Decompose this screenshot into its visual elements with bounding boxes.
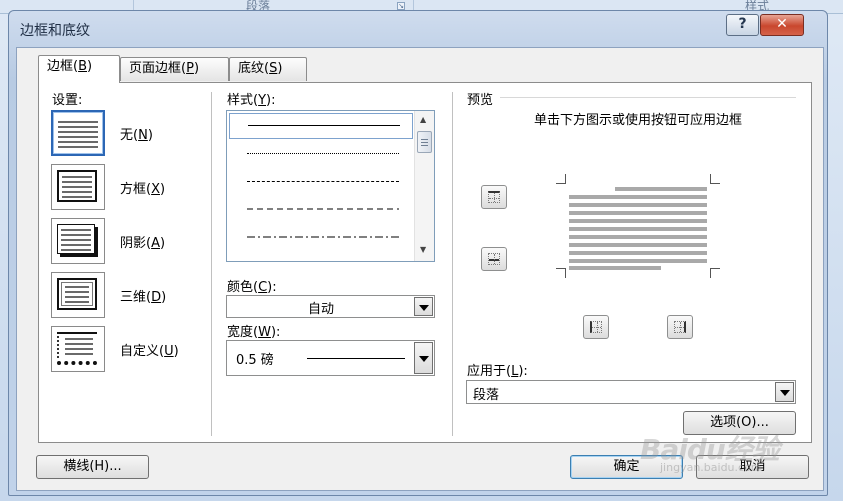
border-top-icon: [488, 191, 500, 203]
paragraph-dialog-launcher-icon[interactable]: ↘: [397, 2, 405, 10]
line-style-dotted[interactable]: [229, 141, 413, 167]
apply-to-value: 段落: [473, 388, 500, 403]
border-inside-icon: [488, 253, 500, 265]
horizontal-line-button[interactable]: 横线(H)...: [36, 455, 149, 479]
preview-divider: [500, 97, 796, 98]
settings-label: 设置:: [52, 93, 83, 108]
setting-custom-thumbnail[interactable]: [51, 326, 105, 372]
scroll-thumb[interactable]: [417, 131, 432, 153]
border-right-icon: [674, 321, 686, 333]
scroll-down-icon[interactable]: ▼: [420, 245, 426, 254]
custom-border-icon: [57, 332, 97, 365]
page-lines-icon: [58, 117, 98, 149]
help-button[interactable]: ?: [726, 14, 759, 36]
setting-3d-label[interactable]: 三维(D): [120, 286, 166, 305]
3d-border-icon: [57, 278, 97, 310]
line-style-list[interactable]: ▲ ▼: [226, 110, 435, 262]
color-select[interactable]: 自动: [226, 295, 435, 318]
setting-shadow-thumbnail[interactable]: [51, 218, 105, 264]
line-style-solid[interactable]: [229, 113, 413, 139]
middle-border-button[interactable]: [481, 247, 507, 271]
apply-to-dropdown-button[interactable]: [775, 382, 794, 402]
line-style-dash-dot[interactable]: [229, 225, 413, 251]
setting-3d-thumbnail[interactable]: [51, 272, 105, 318]
setting-custom-label[interactable]: 自定义(U): [120, 340, 179, 359]
crop-mark: [556, 174, 566, 184]
color-dropdown-button[interactable]: [414, 297, 433, 316]
width-value: 0.5 磅: [236, 353, 274, 368]
setting-none-thumbnail[interactable]: [51, 110, 105, 156]
color-label: 颜色(C):: [227, 280, 277, 295]
crop-mark: [710, 174, 720, 184]
dialog-title: 边框和底纹: [20, 23, 90, 39]
color-value: 自动: [307, 302, 334, 317]
shadow-border-icon: [57, 224, 95, 254]
width-select[interactable]: 0.5 磅: [226, 340, 435, 376]
crop-mark: [710, 268, 720, 278]
chevron-down-icon: [780, 390, 790, 396]
style-list-scrollbar[interactable]: ▲ ▼: [414, 111, 434, 261]
tab-label: 底纹: [238, 61, 265, 76]
tab-shading[interactable]: 底纹(S): [229, 57, 307, 81]
watermark-url: jingyan.baidu.com: [660, 461, 762, 474]
setting-none-label[interactable]: 无(N): [120, 124, 153, 143]
width-dropdown-button[interactable]: [414, 342, 433, 374]
box-border-icon: [57, 170, 97, 202]
left-border-button[interactable]: [583, 315, 609, 339]
top-border-button[interactable]: [481, 185, 507, 209]
separator: [452, 92, 453, 436]
right-border-button[interactable]: [667, 315, 693, 339]
border-preview-diagram[interactable]: [556, 174, 720, 278]
line-style-dash-large[interactable]: [229, 197, 413, 223]
close-button[interactable]: ✕: [760, 14, 804, 36]
setting-shadow-label[interactable]: 阴影(A): [120, 232, 165, 251]
line-style-dash-small[interactable]: [229, 169, 413, 195]
crop-mark: [556, 268, 566, 278]
tab-accelerator: P: [186, 61, 194, 76]
apply-to-select[interactable]: 段落: [466, 380, 796, 404]
preview-label: 预览: [467, 93, 494, 108]
chevron-down-icon: [419, 356, 429, 362]
tab-label: 边框: [47, 59, 74, 74]
tab-borders[interactable]: 边框(B): [38, 55, 120, 83]
apply-to-label: 应用于(L):: [467, 364, 528, 379]
separator: [211, 92, 212, 436]
width-line-sample: [307, 358, 405, 359]
setting-box-thumbnail[interactable]: [51, 164, 105, 210]
style-label: 样式(Y):: [227, 93, 276, 108]
dash-line-icon: [247, 208, 399, 210]
tab-label: 页面边框: [129, 61, 182, 76]
tab-accelerator: S: [269, 61, 278, 76]
width-label: 宽度(W):: [227, 325, 281, 340]
scroll-up-icon[interactable]: ▲: [420, 115, 426, 124]
tab-accelerator: B: [78, 59, 88, 74]
tab-page-border[interactable]: 页面边框(P): [120, 57, 229, 81]
setting-box-label[interactable]: 方框(X): [120, 178, 165, 197]
dash-dot-line-icon: [247, 236, 399, 238]
border-left-icon: [590, 321, 602, 333]
preview-hint: 单击下方图示或使用按钮可应用边框: [533, 113, 742, 128]
chevron-down-icon: [419, 305, 429, 311]
